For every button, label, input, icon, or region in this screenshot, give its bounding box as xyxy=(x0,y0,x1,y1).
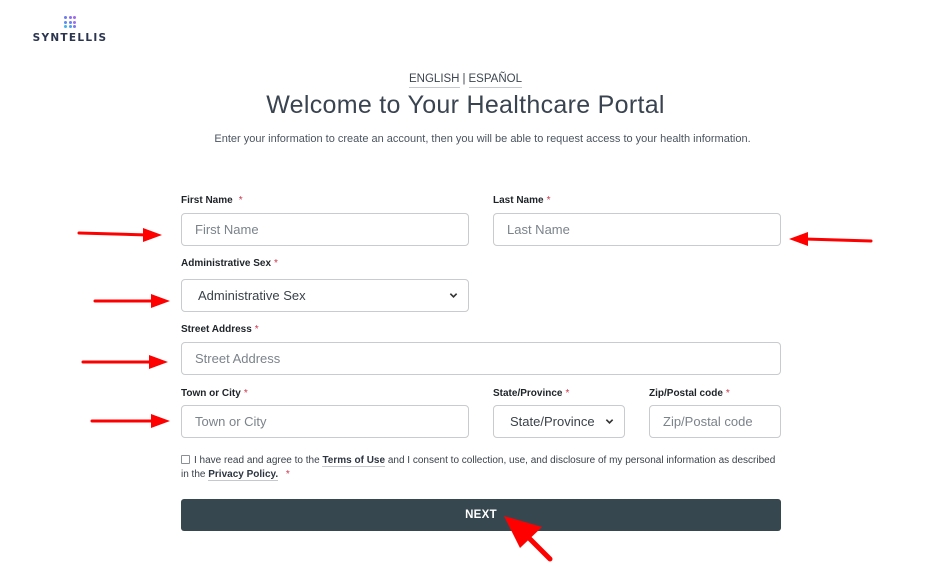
logo-dot xyxy=(64,20,67,24)
town-city-label: Town or City * xyxy=(181,388,248,399)
first-name-label-text: First Name xyxy=(181,195,233,206)
logo-dot xyxy=(73,20,76,24)
brand-name: SYNTELLIS xyxy=(32,32,108,44)
admin-sex-selected: Administrative Sex xyxy=(198,288,306,303)
required-marker: * xyxy=(285,468,290,480)
last-name-input[interactable] xyxy=(493,213,781,246)
annotation-arrow-town-city xyxy=(90,414,170,428)
required-marker: * xyxy=(243,388,248,399)
required-marker: * xyxy=(565,388,570,399)
next-button[interactable]: NEXT xyxy=(181,499,781,531)
required-marker: * xyxy=(238,195,243,206)
logo-dots-icon xyxy=(64,16,76,28)
consent-block: I have read and agree to the Terms of Us… xyxy=(181,454,781,481)
admin-sex-label-text: Administrative Sex xyxy=(181,258,272,269)
language-english-link[interactable]: ENGLISH xyxy=(409,73,460,88)
zip-postal-label: Zip/Postal code * xyxy=(649,388,730,399)
required-marker: * xyxy=(274,258,278,269)
terms-of-use-link[interactable]: Terms of Use xyxy=(322,455,386,467)
chevron-down-icon xyxy=(449,293,458,298)
required-marker: * xyxy=(725,388,730,399)
annotation-arrow-admin-sex xyxy=(93,294,170,308)
town-city-input[interactable] xyxy=(181,405,469,438)
language-switcher: ENGLISH | ESPAÑOL xyxy=(0,73,931,88)
logo-dot xyxy=(68,16,72,19)
chevron-down-icon xyxy=(605,419,614,424)
annotation-arrow-last-name xyxy=(789,232,873,246)
consent-checkbox[interactable] xyxy=(181,455,190,464)
logo-dot xyxy=(68,25,72,28)
last-name-label-text: Last Name xyxy=(493,195,544,206)
page-subtitle: Enter your information to create an acco… xyxy=(214,133,751,145)
logo-dot xyxy=(73,16,76,19)
street-address-input[interactable] xyxy=(181,342,781,375)
logo-dot xyxy=(64,16,67,19)
logo-dot xyxy=(68,20,72,24)
street-address-label-text: Street Address xyxy=(181,324,252,335)
consent-text-1: I have read and agree to the xyxy=(194,455,320,466)
zip-postal-input[interactable] xyxy=(649,405,781,438)
state-province-selected: State/Province xyxy=(510,414,595,429)
first-name-label: First Name * xyxy=(181,195,243,206)
admin-sex-label: Administrative Sex * xyxy=(181,258,278,269)
language-spanish-link[interactable]: ESPAÑOL xyxy=(468,73,522,88)
state-province-label: State/Province * xyxy=(493,388,569,399)
required-marker: * xyxy=(254,324,259,335)
logo-dot xyxy=(73,25,76,28)
privacy-policy-link[interactable]: Privacy Policy. xyxy=(208,468,279,481)
required-marker: * xyxy=(546,195,551,206)
language-separator: | xyxy=(462,73,466,85)
state-province-label-text: State/Province xyxy=(493,388,563,399)
zip-postal-label-text: Zip/Postal code xyxy=(649,388,723,399)
annotation-arrow-first-name xyxy=(77,228,162,242)
page-title: Welcome to Your Healthcare Portal xyxy=(266,91,665,119)
first-name-input[interactable] xyxy=(181,213,469,246)
logo-dot xyxy=(64,25,67,28)
syntellis-logo: SYNTELLIS xyxy=(32,16,108,44)
admin-sex-select[interactable]: Administrative Sex xyxy=(181,279,469,312)
state-province-select[interactable]: State/Province xyxy=(493,405,625,438)
annotation-arrow-street-address xyxy=(81,355,168,369)
last-name-label: Last Name * xyxy=(493,195,550,206)
street-address-label: Street Address * xyxy=(181,324,259,335)
town-city-label-text: Town or City xyxy=(181,388,241,399)
